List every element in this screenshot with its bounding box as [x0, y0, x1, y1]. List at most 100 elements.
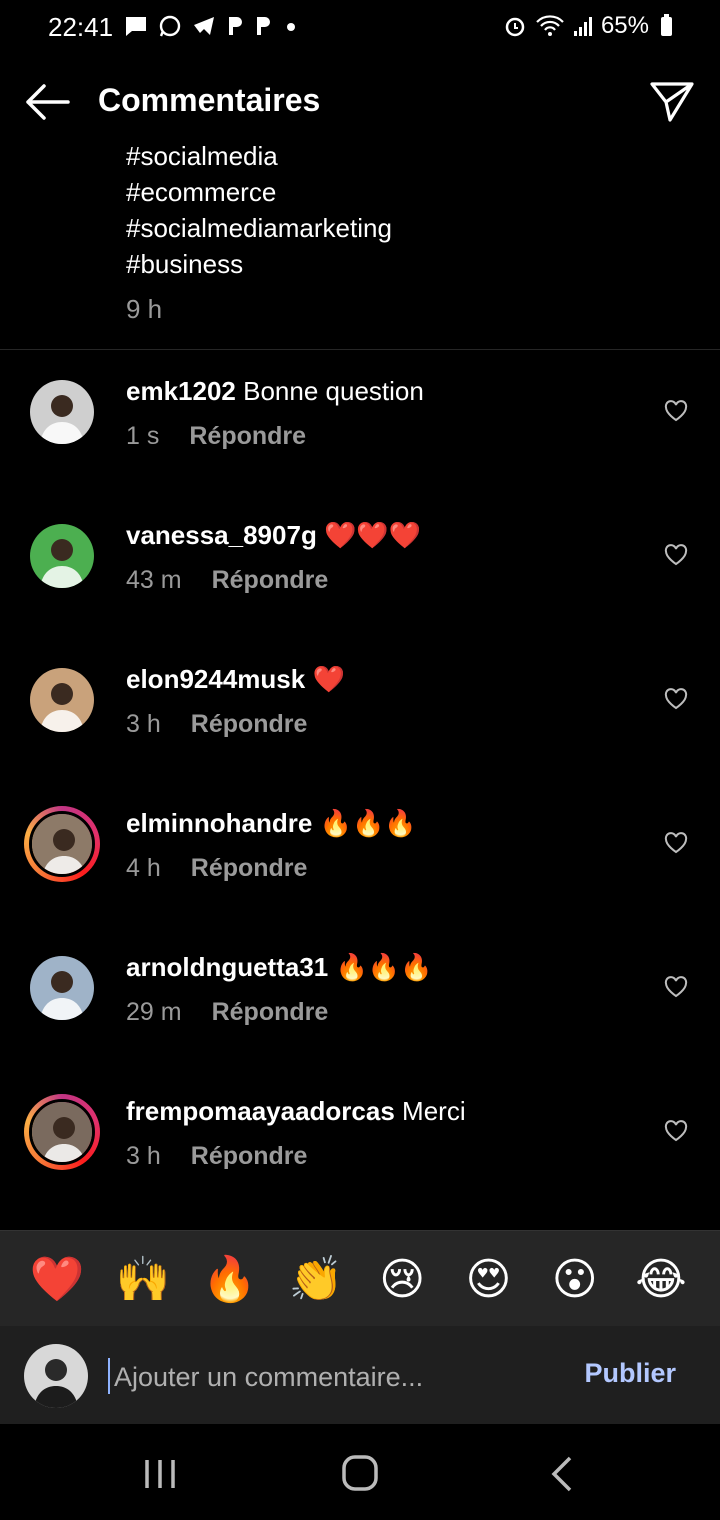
comment-text: elminnohandre 🔥🔥🔥 — [126, 808, 417, 839]
emoji-reaction-button[interactable]: 🔥 — [201, 1251, 259, 1309]
comment-row[interactable]: emk1202 Bonne question 1 s Répondre — [0, 370, 720, 514]
comment-text: arnoldnguetta31 🔥🔥🔥 — [126, 952, 433, 983]
avatar[interactable] — [30, 668, 94, 732]
comment-body: ❤️❤️❤️ — [316, 520, 422, 550]
emoji-reaction-button[interactable]: ❤️ — [28, 1251, 86, 1309]
status-time: 22:41 — [48, 12, 114, 42]
comment-time: 43 m — [126, 566, 182, 594]
avatar — [24, 1344, 88, 1408]
emoji-reaction-button[interactable]: 😂 — [632, 1251, 690, 1309]
system-nav-bar — [0, 1424, 720, 1520]
post-caption: #socialmedia #ecommerce #socialmediamark… — [126, 136, 686, 332]
battery-icon — [661, 13, 672, 36]
comment-username[interactable]: arnoldnguetta31 — [126, 952, 328, 982]
p-icon — [229, 17, 242, 35]
heart-icon[interactable] — [664, 832, 688, 854]
avatar-image — [30, 956, 94, 1020]
comment-body: ❤️ — [305, 664, 345, 694]
avatar[interactable] — [30, 956, 94, 1020]
avatar[interactable] — [24, 1094, 100, 1170]
heart-icon[interactable] — [664, 688, 688, 710]
back-icon[interactable] — [532, 1454, 592, 1494]
home-icon[interactable] — [330, 1454, 390, 1494]
comment-time: 3 h — [126, 710, 161, 738]
battery-percent: 65% — [600, 12, 649, 39]
avatar-image — [30, 524, 94, 588]
comment-username[interactable]: elon9244musk — [126, 664, 305, 694]
divider — [0, 349, 720, 350]
comment-row[interactable]: frempomaayaadorcas Merci 3 h Répondre — [0, 1090, 720, 1234]
comment-meta: 3 h Répondre — [126, 710, 307, 739]
avatar-image — [30, 668, 94, 732]
telegram-icon — [194, 17, 214, 35]
comment-body: 🔥🔥🔥 — [328, 952, 433, 982]
recent-apps-icon[interactable] — [130, 1454, 190, 1494]
comment-body: Bonne question — [235, 376, 424, 406]
send-icon[interactable] — [648, 80, 696, 124]
wifi-icon — [536, 15, 564, 36]
comment-time: 4 h — [126, 854, 161, 882]
avatar-image — [29, 811, 95, 877]
comment-meta: 43 m Répondre — [126, 566, 328, 595]
comment-text: elon9244musk ❤️ — [126, 664, 345, 695]
reply-button[interactable]: Répondre — [191, 710, 308, 738]
comment-username[interactable]: elminnohandre — [126, 808, 312, 838]
reply-button[interactable]: Répondre — [191, 1142, 308, 1170]
avatar[interactable] — [24, 806, 100, 882]
comment-username[interactable]: vanessa_8907g — [126, 520, 317, 550]
publish-button[interactable]: Publier — [584, 1358, 676, 1389]
comment-time: 29 m — [126, 998, 182, 1026]
comment-time: 1 s — [126, 422, 160, 450]
comment-input[interactable] — [112, 1354, 556, 1400]
avatar-image — [29, 1099, 95, 1165]
emoji-reaction-button[interactable]: 😢 — [373, 1251, 431, 1309]
avatar[interactable] — [30, 524, 94, 588]
p-icon — [257, 17, 270, 35]
heart-icon[interactable] — [664, 1120, 688, 1142]
emoji-reaction-button[interactable]: 😍 — [459, 1251, 517, 1309]
emoji-reaction-button[interactable]: 🙌 — [114, 1251, 172, 1309]
comment-time: 3 h — [126, 1142, 161, 1170]
reply-button[interactable]: Répondre — [212, 998, 329, 1026]
caption-time: 9 h — [126, 294, 163, 324]
comment-meta: 4 h Répondre — [126, 854, 307, 883]
comment-meta: 3 h Répondre — [126, 1142, 307, 1171]
comment-meta: 29 m Répondre — [126, 998, 328, 1027]
dot-icon — [287, 23, 295, 31]
header: Commentaires — [0, 60, 720, 144]
notification-icons — [124, 14, 300, 38]
comment-username[interactable]: frempomaayaadorcas — [126, 1096, 395, 1126]
message-icon — [126, 17, 146, 36]
hashtag[interactable]: #business — [126, 246, 686, 282]
heart-icon[interactable] — [664, 976, 688, 998]
heart-icon[interactable] — [664, 400, 688, 422]
emoji-reaction-bar: ❤️ 🙌 🔥 👏 😢 😍 😮 😂 — [0, 1230, 720, 1327]
status-bar: 22:41 65% — [0, 0, 720, 56]
comment-list: emk1202 Bonne question 1 s Répondre vanessa… — [0, 370, 720, 1234]
reply-button[interactable]: Répondre — [191, 854, 308, 882]
system-icons: 65% — [503, 12, 672, 40]
comment-username[interactable]: emk1202 — [126, 376, 236, 406]
signal-icon — [573, 17, 592, 36]
comment-row[interactable]: elon9244musk ❤️ 3 h Répondre — [0, 658, 720, 802]
heart-icon[interactable] — [664, 544, 688, 566]
comment-row[interactable]: elminnohandre 🔥🔥🔥 4 h Répondre — [0, 802, 720, 946]
comment-text: frempomaayaadorcas Merci — [126, 1096, 466, 1127]
whatsapp-icon — [159, 15, 181, 37]
emoji-reaction-button[interactable]: 👏 — [287, 1251, 345, 1309]
comment-composer: Publier — [0, 1326, 720, 1424]
emoji-reaction-button[interactable]: 😮 — [546, 1251, 604, 1309]
avatar-image — [30, 380, 94, 444]
hashtag[interactable]: #socialmediamarketing — [126, 210, 686, 246]
comment-row[interactable]: vanessa_8907g ❤️❤️❤️ 43 m Répondre — [0, 514, 720, 658]
comment-row[interactable]: arnoldnguetta31 🔥🔥🔥 29 m Répondre — [0, 946, 720, 1090]
comment-text: vanessa_8907g ❤️❤️❤️ — [126, 520, 421, 551]
comment-body: Merci — [394, 1096, 466, 1126]
reply-button[interactable]: Répondre — [212, 566, 329, 594]
alarm-icon — [505, 17, 525, 37]
reply-button[interactable]: Répondre — [189, 422, 306, 450]
back-arrow-icon[interactable] — [22, 80, 72, 124]
hashtag[interactable]: #ecommerce — [126, 174, 686, 210]
avatar[interactable] — [30, 380, 94, 444]
comment-meta: 1 s Répondre — [126, 422, 306, 451]
